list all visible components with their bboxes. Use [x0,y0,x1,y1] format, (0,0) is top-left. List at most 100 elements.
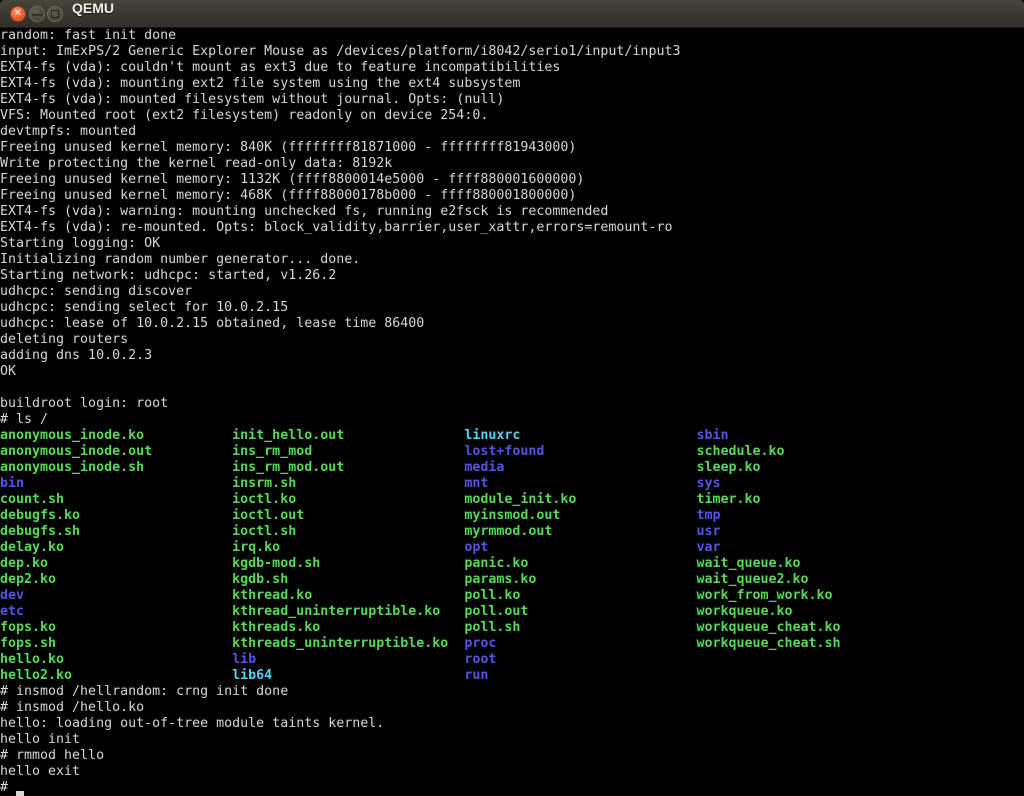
file-entry: var [696,540,720,555]
console-line: Starting network: udhcpc: started, v1.26… [0,268,1024,284]
file-entry: hello2.ko [0,668,72,683]
file-entry: debugfs.ko [0,508,80,523]
file-entry: insrm.sh [232,476,296,491]
file-entry: ioctl.sh [232,524,296,539]
console-line: OK [0,364,1024,380]
file-entry: init_hello.out [232,428,344,443]
minimize-button[interactable]: — [29,6,45,22]
file-entry: schedule.ko [696,444,784,459]
console-line: EXT4-fs (vda): mounting ext2 file system… [0,76,1024,92]
file-entry: workqueue_cheat.ko [696,620,840,635]
console-line: adding dns 10.0.2.3 [0,348,1024,364]
file-entry: kgdb.sh [232,572,288,587]
console-line: VFS: Mounted root (ext2 filesystem) read… [0,108,1024,124]
console-line: fops.ko kthreads.ko poll.sh workqueue_cheat… [0,620,1024,636]
console-line: EXT4-fs (vda): warning: mounting uncheck… [0,204,1024,220]
file-entry: kthreads.ko [232,620,320,635]
terminal-console[interactable]: random: fast init doneinput: ImExPS/2 Ge… [0,28,1024,796]
file-entry: fops.sh [0,636,56,651]
file-entry: wait_queue2.ko [696,572,808,587]
console-line: deleting routers [0,332,1024,348]
console-line: udhcpc: sending select for 10.0.2.15 [0,300,1024,316]
file-entry: dev [0,588,24,603]
console-line: Write protecting the kernel read-only da… [0,156,1024,172]
close-button[interactable]: ✕ [10,6,26,22]
file-entry: module_init.ko [464,492,576,507]
file-entry: anonymous_inode.out [0,444,152,459]
file-entry: anonymous_inode.sh [0,460,144,475]
console-line: EXT4-fs (vda): re-mounted. Opts: block_v… [0,220,1024,236]
file-entry: sbin [696,428,728,443]
file-entry: sys [696,476,720,491]
file-entry: sleep.ko [696,460,760,475]
console-line: buildroot login: root [0,396,1024,412]
file-entry: mnt [464,476,488,491]
console-line: bin insrm.sh mnt sys [0,476,1024,492]
console-line: devtmpfs: mounted [0,124,1024,140]
console-line: dep.ko kgdb-mod.sh panic.ko wait_queue.ko [0,556,1024,572]
file-entry: poll.out [464,604,528,619]
console-line: EXT4-fs (vda): couldn't mount as ext3 du… [0,60,1024,76]
file-entry: opt [464,540,488,555]
file-entry: wait_queue.ko [696,556,800,571]
file-entry: ins_rm_mod [232,444,312,459]
console-line: udhcpc: lease of 10.0.2.15 obtained, lea… [0,316,1024,332]
file-entry: ioctl.out [232,508,304,523]
file-entry: bin [0,476,24,491]
file-entry: panic.ko [464,556,528,571]
file-entry: delay.ko [0,540,64,555]
console-line: random: fast init done [0,28,1024,44]
console-line: anonymous_inode.out ins_rm_mod lost+found s… [0,444,1024,460]
file-entry: kthread_uninterruptible.ko [232,604,440,619]
console-line: udhcpc: sending discover [0,284,1024,300]
file-entry: kgdb-mod.sh [232,556,320,571]
console-line: hello: loading out-of-tree module taints… [0,716,1024,732]
console-line: # rmmod hello [0,748,1024,764]
file-entry: lost+found [464,444,544,459]
console-line: delay.koirq.kooptvar [0,540,1024,556]
console-line: # insmod /hello.ko [0,700,1024,716]
close-icon: ✕ [14,9,22,19]
file-entry: ioctl.ko [232,492,296,507]
console-line: count.shioctl.komodule_init.kotimer.ko [0,492,1024,508]
file-entry: hello.ko [0,652,64,667]
file-entry: kthread.ko [232,588,312,603]
console-line: hello.ko lib root [0,652,1024,668]
file-entry: workqueue_cheat.sh [696,636,840,651]
file-entry: dep.ko [0,556,48,571]
file-entry: debugfs.sh [0,524,80,539]
shell-prompt: # [0,780,16,795]
titlebar[interactable]: ✕ — QEMU [0,0,1024,28]
file-entry: media [464,460,504,475]
console-line: hello init [0,732,1024,748]
console-line: hello exit [0,764,1024,780]
file-entry: dep2.ko [0,572,56,587]
file-entry: fops.ko [0,620,56,635]
file-entry: poll.ko [464,588,520,603]
console-line: # [0,780,1024,796]
file-entry: workqueue.ko [696,604,792,619]
file-entry: poll.sh [464,620,520,635]
console-line: Freeing unused kernel memory: 840K (ffff… [0,140,1024,156]
file-entry: myrmmod.out [464,524,552,539]
file-entry: kthreads_uninterruptible.ko [232,636,448,651]
console-line [0,380,1024,396]
console-line: dev kthread.ko poll.ko work_from_work.ko [0,588,1024,604]
file-entry: root [464,652,496,667]
file-entry: run [464,668,488,683]
console-line: Freeing unused kernel memory: 468K (ffff… [0,188,1024,204]
console-line: hello2.kolib64run [0,668,1024,684]
maximize-icon [51,10,59,18]
terminal-cursor [16,780,24,796]
console-line: debugfs.shioctl.shmyrmmod.outusr [0,524,1024,540]
file-entry: ins_rm_mod.out [232,460,344,475]
console-line: anonymous_inode.koinit_hello.outlinuxrcs… [0,428,1024,444]
file-entry: work_from_work.ko [696,588,832,603]
file-entry: lib [232,652,256,667]
console-line: # insmod /hellrandom: crng init done [0,684,1024,700]
file-entry: linuxrc [464,428,520,443]
maximize-button[interactable] [47,6,63,22]
minimize-icon: — [32,9,43,20]
window-title: QEMU [72,0,114,28]
console-line: etckthread_uninterruptible.kopoll.outwor… [0,604,1024,620]
